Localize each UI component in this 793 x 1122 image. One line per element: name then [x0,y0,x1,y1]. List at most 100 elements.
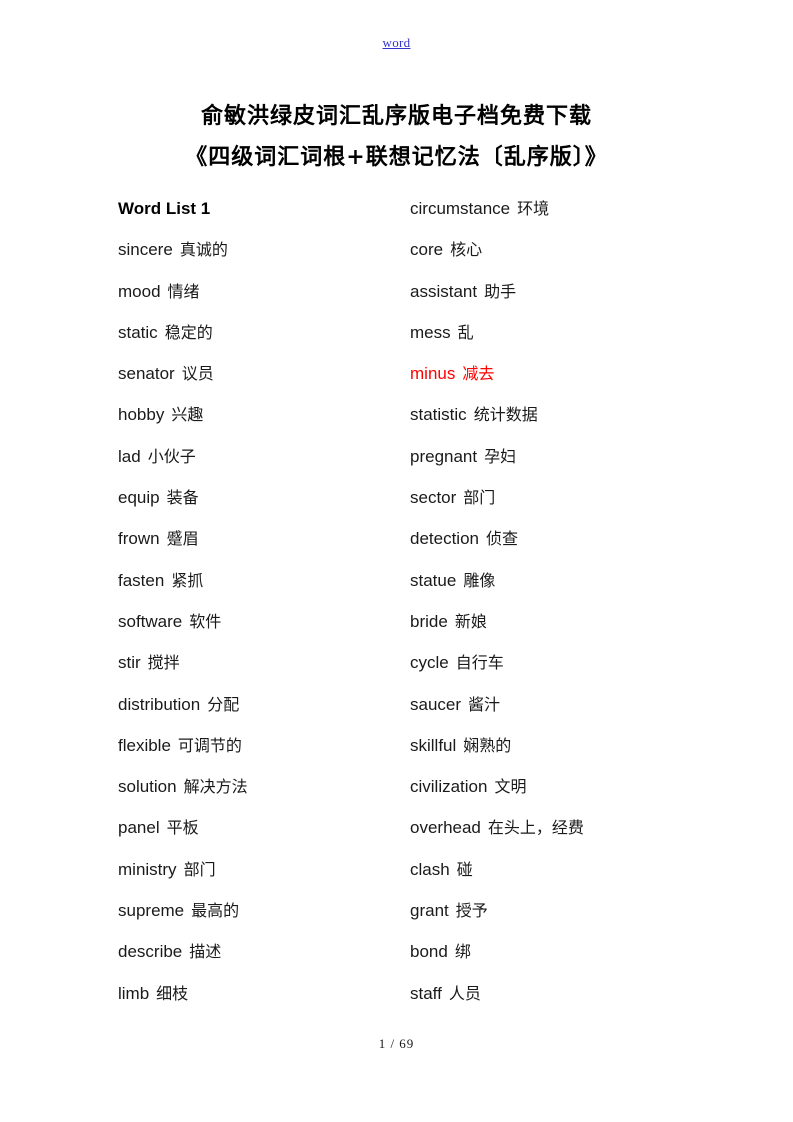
word-term: clash [410,859,450,879]
word-definition: 搅拌 [147,653,180,673]
word-definition: 小伙子 [147,446,196,466]
word-entry: frown 蹙眉 [118,518,403,559]
word-definition: 兴趣 [171,405,204,425]
word-term: limb [118,983,150,1003]
word-entry: lad 小伙子 [118,436,403,477]
word-term: hobby [118,405,165,425]
word-term: software [118,611,183,631]
word-term: static [118,322,158,342]
word-term: describe [118,942,183,962]
word-term: detection [410,529,479,549]
word-definition: 统计数据 [473,405,538,425]
word-definition: 议员 [181,364,214,384]
word-term: stir [118,653,141,673]
word-definition: 最高的 [191,901,240,921]
word-list-left-column: Word List 1 sincere 真诚的 mood 情绪 static 稳定的 sena… [118,188,403,1014]
word-entry: detection 侦查 [410,518,710,559]
word-term: fasten [118,570,165,590]
word-entry: circumstance 环境 [410,188,710,229]
word-term: civilization [410,777,488,797]
word-entry: senator 议员 [118,353,403,394]
word-term: mess [410,322,451,342]
word-entry: mood 情绪 [118,271,403,312]
word-entry: mess 乱 [410,312,710,353]
word-definition: 平板 [166,818,199,838]
title-block: 俞敏洪绿皮词汇乱序版电子档免费下载 《四级词汇词根+联想记忆法〔乱序版〕》 [0,96,793,178]
word-term: staff [410,983,442,1003]
word-definition: 酱汁 [468,694,501,714]
word-term: solution [118,777,177,797]
word-definition: 紧抓 [171,570,204,590]
word-term: circumstance [410,199,511,218]
word-term: panel [118,818,160,838]
word-term: grant [410,901,449,921]
word-definition: 孕妇 [484,446,517,466]
word-entry: supreme 最高的 [118,890,403,931]
word-definition: 核心 [450,240,483,260]
word-term: ministry [118,859,177,879]
word-entry: assistant 助手 [410,271,710,312]
document-title-line-2: 《四级词汇词根+联想记忆法〔乱序版〕》 [185,144,608,170]
word-entry: civilization 文明 [410,766,710,807]
word-definition: 真诚的 [179,240,228,260]
word-definition: 装备 [166,488,199,508]
word-entry: panel 平板 [118,807,403,848]
word-entry: limb 细枝 [118,973,403,1014]
word-entry: distribution 分配 [118,684,403,725]
word-term: skillful [410,735,457,755]
word-entry: static 稳定的 [118,312,403,353]
word-entry: describe 描述 [118,931,403,972]
word-entry: software 软件 [118,601,403,642]
word-term: lad [118,446,141,466]
word-definition: 授予 [455,901,488,921]
word-entry: stir 搅拌 [118,642,403,683]
word-definition: 自行车 [455,653,504,673]
document-title-line-1: 俞敏洪绿皮词汇乱序版电子档免费下载 [200,103,592,129]
word-entry: hobby 兴趣 [118,394,403,435]
word-entry: flexible 可调节的 [118,725,403,766]
word-definition: 绑 [454,942,471,962]
word-entry: solution 解决方法 [118,766,403,807]
word-entry: overhead 在头上，经费 [410,807,710,848]
word-term: minus [410,364,456,384]
word-term: senator [118,364,175,384]
word-definition: 分配 [207,694,240,714]
word-term: bond [410,942,448,962]
word-entry: equip 装备 [118,477,403,518]
word-header-link[interactable]: word [383,35,411,50]
word-definition: 情绪 [167,281,200,301]
word-definition: 雕像 [463,570,496,590]
word-entry: sincere 真诚的 [118,229,403,270]
word-term: pregnant [410,446,478,466]
word-definition: 描述 [189,942,222,962]
word-term: overhead [410,818,481,838]
word-definition: 软件 [189,611,222,631]
word-entry: ministry 部门 [118,849,403,890]
word-entry: clash 碰 [410,849,710,890]
word-term: statue [410,570,457,590]
word-definition: 部门 [183,859,216,879]
word-definition: 可调节的 [177,735,242,755]
word-list-right-column: circumstance 环境 core 核心 assistant 助手 mess 乱 minu… [410,188,710,1014]
page-footer: 1 / 69 [0,1036,793,1052]
document-page: word 俞敏洪绿皮词汇乱序版电子档免费下载 《四级词汇词根+联想记忆法〔乱序版… [0,0,793,1122]
word-definition: 新娘 [454,611,487,631]
word-definition: 娴熟的 [463,735,512,755]
word-term: statistic [410,405,467,425]
word-entry: pregnant 孕妇 [410,436,710,477]
word-definition: 减去 [462,364,495,384]
word-term: distribution [118,694,201,714]
word-term: saucer [410,694,462,714]
word-definition: 环境 [517,199,550,218]
word-list-columns: Word List 1 sincere 真诚的 mood 情绪 static 稳定的 sena… [0,188,793,1008]
word-definition: 部门 [463,488,496,508]
word-definition: 在头上，经费 [487,818,584,838]
word-entry: statue 雕像 [410,560,710,601]
word-term: bride [410,611,448,631]
word-definition: 稳定的 [164,322,213,342]
word-term: core [410,240,444,260]
word-definition: 乱 [457,322,474,342]
word-term: sincere [118,240,173,260]
word-entry: grant 授予 [410,890,710,931]
word-list-header: Word List 1 [118,199,211,218]
